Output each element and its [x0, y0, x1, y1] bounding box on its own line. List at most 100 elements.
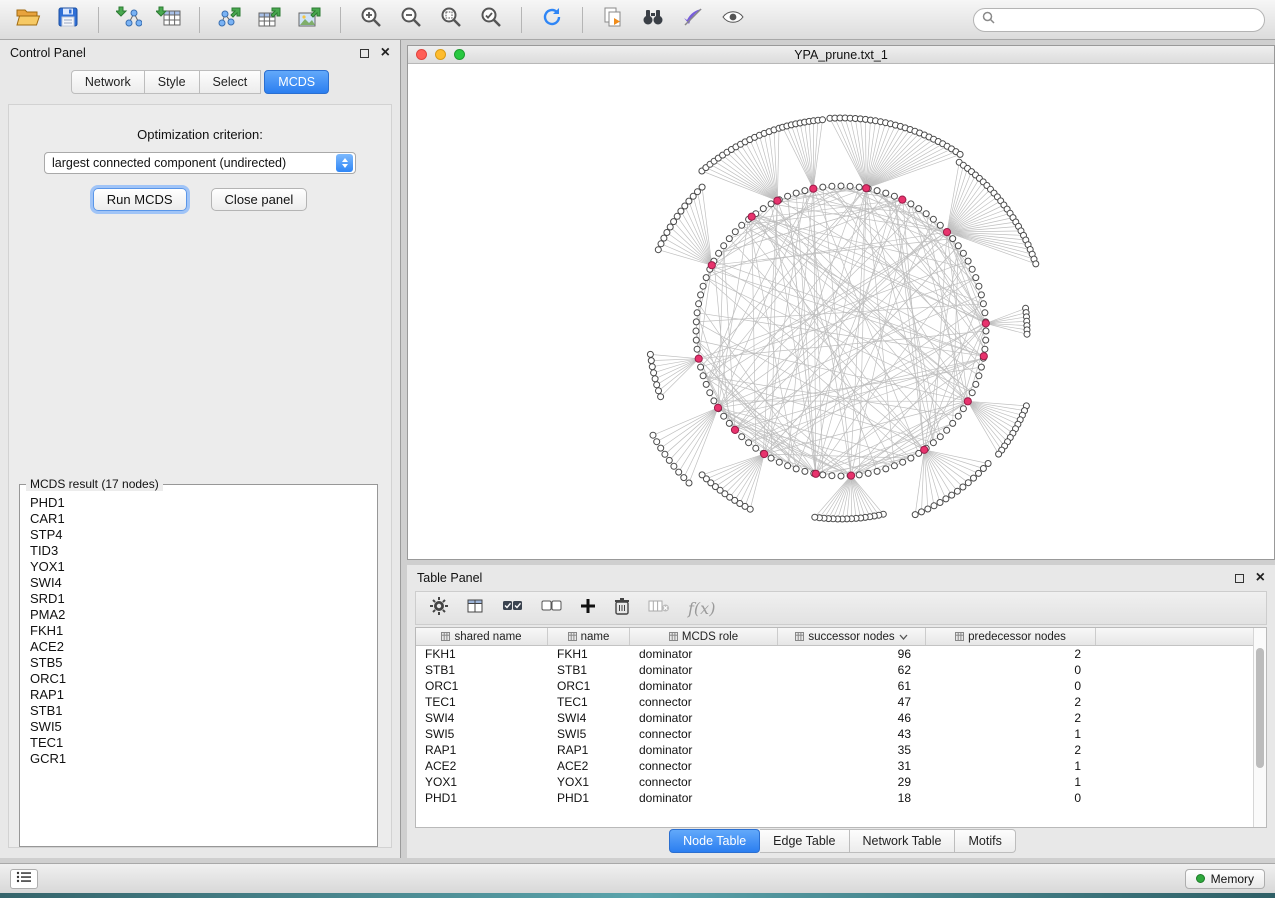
network-leaf-node[interactable] [912, 512, 918, 518]
network-leaf-node[interactable] [671, 219, 677, 225]
network-leaf-node[interactable] [662, 451, 668, 457]
zoom-fit-button[interactable] [433, 4, 469, 36]
network-node[interactable] [694, 346, 700, 352]
network-leaf-node[interactable] [648, 358, 654, 364]
float-window-icon[interactable] [360, 49, 369, 58]
network-node[interactable] [700, 283, 706, 289]
table-row[interactable]: RAP1RAP1dominator352 [416, 742, 1266, 758]
network-node[interactable] [976, 283, 982, 289]
network-node[interactable] [978, 292, 984, 298]
mcds-result-item[interactable]: ORC1 [30, 671, 367, 687]
network-node[interactable] [908, 455, 914, 461]
table-scrollbar[interactable] [1253, 628, 1266, 827]
mcds-result-item[interactable]: SWI4 [30, 575, 367, 591]
network-leaf-node[interactable] [658, 445, 664, 451]
network-node[interactable] [908, 201, 914, 207]
network-node[interactable] [982, 310, 988, 316]
network-dominator-node[interactable] [863, 185, 870, 192]
network-node[interactable] [923, 211, 929, 217]
network-node[interactable] [937, 222, 943, 228]
network-node[interactable] [883, 190, 889, 196]
export-network-button[interactable] [212, 4, 248, 36]
network-leaf-node[interactable] [654, 382, 660, 388]
network-node[interactable] [983, 328, 989, 334]
network-node[interactable] [716, 250, 722, 256]
network-node[interactable] [703, 381, 709, 387]
network-dominator-node[interactable] [761, 450, 768, 457]
network-node[interactable] [965, 258, 971, 264]
network-node[interactable] [976, 373, 982, 379]
unselect-all-button[interactable] [541, 597, 562, 620]
mcds-result-item[interactable]: STP4 [30, 527, 367, 543]
network-node[interactable] [937, 434, 943, 440]
network-dominator-node[interactable] [774, 197, 781, 204]
network-leaf-node[interactable] [931, 503, 937, 509]
table-row[interactable]: SWI5SWI5connector431 [416, 726, 1266, 742]
network-leaf-node[interactable] [943, 496, 949, 502]
tab-edge-table[interactable]: Edge Table [760, 829, 849, 853]
network-node[interactable] [973, 275, 979, 281]
mcds-result-item[interactable]: FKH1 [30, 623, 367, 639]
network-node[interactable] [768, 455, 774, 461]
network-node[interactable] [930, 216, 936, 222]
network-leaf-node[interactable] [937, 500, 943, 506]
zoom-selected-button[interactable] [473, 4, 509, 36]
network-node[interactable] [829, 183, 835, 189]
network-dominator-node[interactable] [899, 196, 906, 203]
mcds-result-item[interactable]: SWI5 [30, 719, 367, 735]
network-leaf-node[interactable] [699, 472, 705, 478]
network-node[interactable] [760, 206, 766, 212]
close-panel-button[interactable]: Close panel [211, 188, 308, 211]
network-node[interactable] [856, 184, 862, 190]
mcds-result-item[interactable]: STB5 [30, 655, 367, 671]
network-node[interactable] [955, 243, 961, 249]
mcds-result-item[interactable]: RAP1 [30, 687, 367, 703]
network-leaf-node[interactable] [971, 475, 977, 481]
mcds-result-item[interactable]: TEC1 [30, 735, 367, 751]
column-header-mcds-role[interactable]: MCDS role [630, 628, 778, 645]
network-dominator-node[interactable] [921, 446, 928, 453]
run-mcds-button[interactable]: Run MCDS [93, 188, 187, 211]
network-leaf-node[interactable] [925, 506, 931, 512]
network-leaf-node[interactable] [954, 488, 960, 494]
mcds-result-item[interactable]: PMA2 [30, 607, 367, 623]
zoom-in-button[interactable] [353, 4, 389, 36]
column-header-successor-nodes[interactable]: successor nodes [778, 628, 926, 645]
show-details-button[interactable] [715, 4, 751, 36]
mcds-result-item[interactable]: STB1 [30, 703, 367, 719]
close-panel-icon[interactable]: × [381, 45, 390, 61]
mcds-result-item[interactable]: YOX1 [30, 559, 367, 575]
network-node[interactable] [732, 229, 738, 235]
network-node[interactable] [711, 398, 717, 404]
network-node[interactable] [982, 346, 988, 352]
table-row[interactable]: FKH1FKH1dominator962 [416, 646, 1266, 662]
network-node[interactable] [739, 434, 745, 440]
mcds-result-item[interactable]: SRD1 [30, 591, 367, 607]
network-leaf-node[interactable] [980, 466, 986, 472]
delete-column-button[interactable] [648, 598, 670, 619]
save-button[interactable] [50, 4, 86, 36]
network-leaf-node[interactable] [957, 151, 963, 157]
network-leaf-node[interactable] [676, 469, 682, 475]
search-field[interactable] [973, 8, 1265, 32]
mcds-result-item[interactable]: TID3 [30, 543, 367, 559]
network-node[interactable] [874, 468, 880, 474]
mcds-result-item[interactable]: PHD1 [30, 495, 367, 511]
column-header-name[interactable]: name [548, 628, 630, 645]
network-node[interactable] [753, 445, 759, 451]
import-network-button[interactable] [111, 4, 147, 36]
network-dominator-node[interactable] [708, 262, 715, 269]
network-leaf-node[interactable] [651, 370, 657, 376]
tab-motifs[interactable]: Motifs [955, 829, 1015, 853]
delete-button[interactable] [614, 597, 630, 620]
column-header-shared-name[interactable]: shared name [416, 628, 548, 645]
network-node[interactable] [847, 183, 853, 189]
network-node[interactable] [950, 420, 956, 426]
network-leaf-node[interactable] [1024, 331, 1030, 337]
memory-button[interactable]: Memory [1185, 869, 1265, 889]
network-leaf-node[interactable] [812, 514, 818, 520]
network-node[interactable] [698, 364, 704, 370]
tab-network-table[interactable]: Network Table [850, 829, 956, 853]
network-leaf-node[interactable] [1033, 261, 1039, 267]
network-dominator-node[interactable] [810, 185, 817, 192]
